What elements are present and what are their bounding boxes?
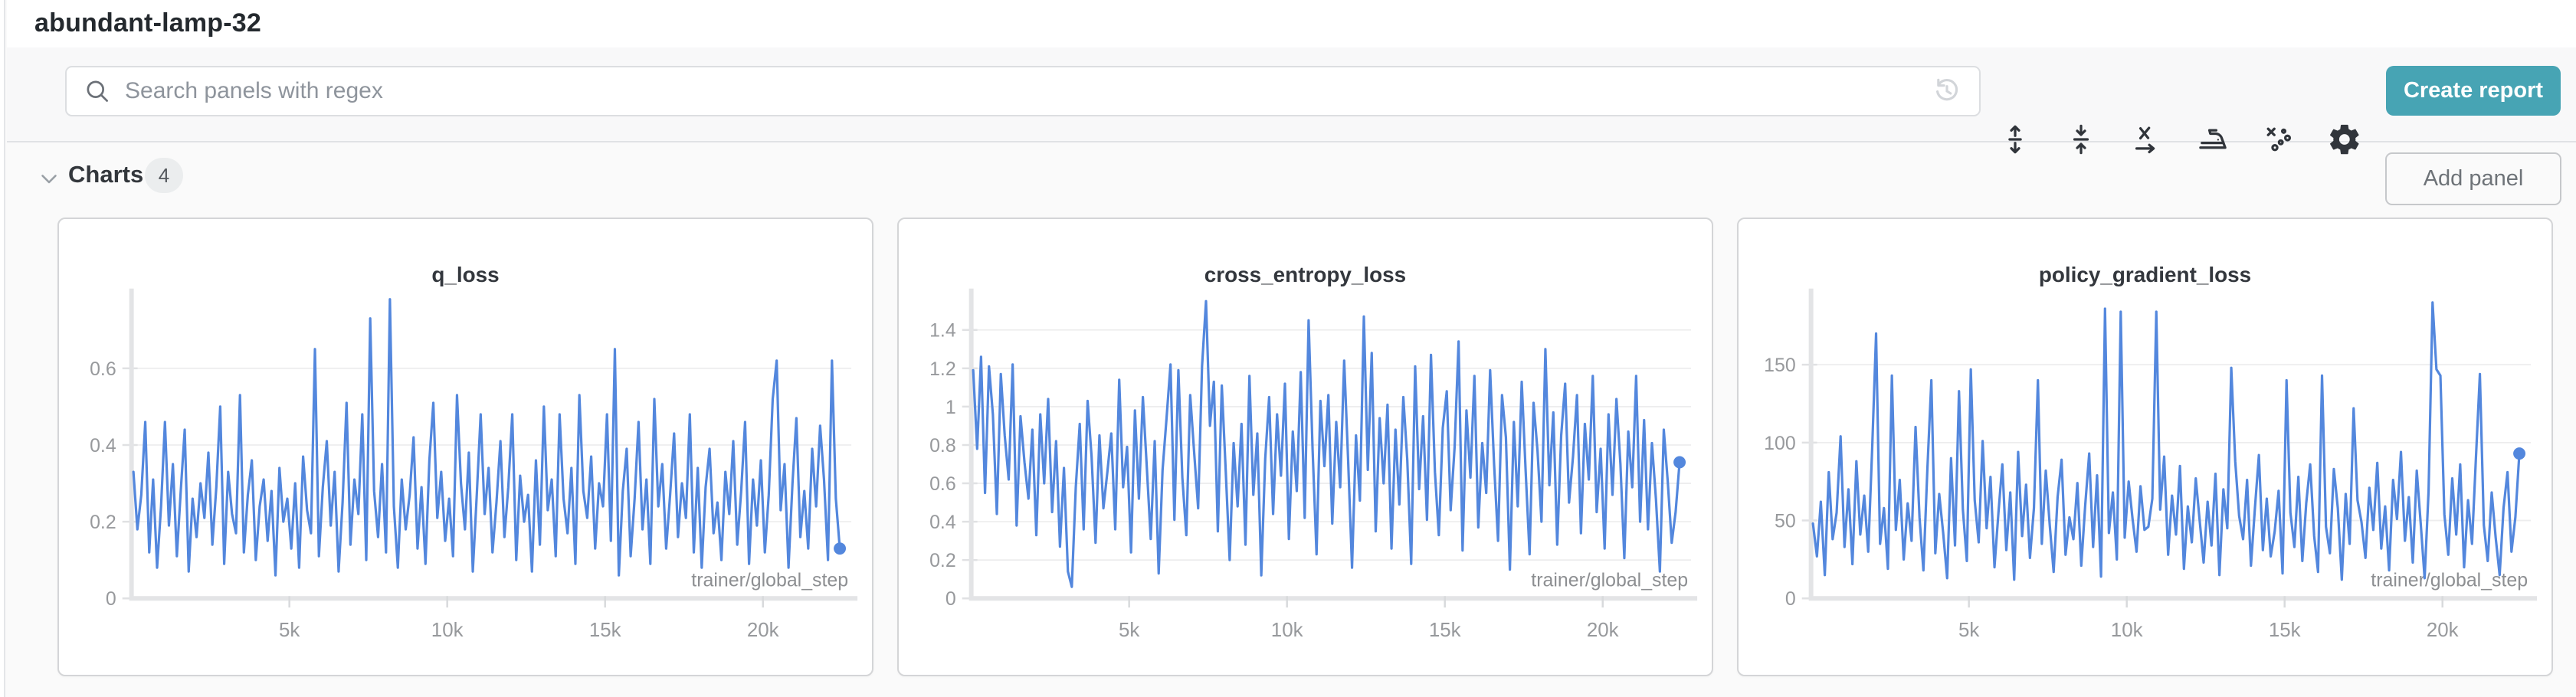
chart-panel[interactable]: 0 0.2 0.4 0.6 5k 10k 15k 20k trainer/global_step… (57, 218, 873, 676)
left-page-border (0, 0, 5, 697)
svg-text:20k: 20k (1587, 620, 1619, 641)
search-history-button[interactable] (1927, 71, 1967, 111)
charts-section-header: Charts 4 Add panel (7, 142, 2576, 216)
svg-text:0.4: 0.4 (90, 435, 116, 456)
svg-text:15k: 15k (1429, 620, 1461, 641)
svg-text:5k: 5k (1119, 620, 1139, 641)
svg-text:trainer/global_step: trainer/global_step (2371, 569, 2528, 591)
svg-text:10k: 10k (2111, 620, 2143, 641)
svg-text:policy_gradient_loss: policy_gradient_loss (2039, 263, 2251, 286)
svg-text:0.2: 0.2 (929, 550, 956, 571)
add-panel-button[interactable]: Add panel (2385, 152, 2561, 205)
svg-text:0: 0 (106, 588, 116, 610)
svg-text:1: 1 (946, 397, 956, 418)
svg-text:10k: 10k (1271, 620, 1303, 641)
svg-text:5k: 5k (1958, 620, 1979, 641)
svg-text:0.6: 0.6 (90, 358, 116, 380)
chart-panel[interactable]: 0 0.2 0.4 0.6 0.8 1 1.2 1.4 5k 10k 15k 20k trainer/g… (897, 218, 1713, 676)
page-title: abundant-lamp-32 (34, 8, 261, 38)
line-chart[interactable]: 0 0.2 0.4 0.6 5k 10k 15k 20k trainer/global_step… (59, 219, 872, 675)
svg-text:trainer/global_step: trainer/global_step (691, 569, 848, 591)
svg-text:0.2: 0.2 (90, 512, 116, 533)
svg-text:cross_entropy_loss: cross_entropy_loss (1204, 263, 1406, 286)
line-chart[interactable]: 0 0.2 0.4 0.6 0.8 1 1.2 1.4 5k 10k 15k 20k trainer/g… (899, 219, 1712, 675)
svg-text:5k: 5k (279, 620, 300, 641)
charts-section-label: Charts (68, 161, 143, 188)
svg-text:q_loss: q_loss (431, 263, 499, 286)
chart-panel[interactable]: 0 50 100 150 5k 10k 15k 20k trainer/global_step p… (1737, 218, 2553, 676)
panel-grid: 00.20.40.65k10k15k20ktrainer/global_step… (57, 218, 2557, 677)
panel-count-badge: 4 (145, 158, 183, 193)
panel-search-box (65, 66, 1981, 116)
svg-text:1.4: 1.4 (929, 320, 956, 342)
svg-text:0: 0 (946, 588, 956, 610)
svg-text:0.6: 0.6 (929, 473, 956, 495)
chevron-down-icon[interactable] (36, 165, 62, 191)
svg-text:1.2: 1.2 (929, 358, 956, 380)
run-title-bar: abundant-lamp-32 (7, 0, 2576, 47)
svg-text:15k: 15k (589, 620, 621, 641)
search-input[interactable] (111, 68, 1927, 114)
line-chart[interactable]: 0 50 100 150 5k 10k 15k 20k trainer/global_step p… (1739, 219, 2551, 675)
create-report-button[interactable]: Create report (2386, 66, 2561, 116)
search-icon (84, 77, 111, 105)
workspace-toolbar: Create report (7, 47, 2576, 142)
svg-text:10k: 10k (431, 620, 464, 641)
svg-text:50: 50 (1775, 511, 1796, 532)
svg-text:150: 150 (1764, 355, 1796, 376)
svg-text:trainer/global_step: trainer/global_step (1531, 569, 1688, 591)
svg-text:0: 0 (1785, 588, 1796, 610)
svg-text:0.4: 0.4 (929, 512, 956, 533)
svg-text:15k: 15k (2269, 620, 2301, 641)
svg-text:20k: 20k (747, 620, 779, 641)
history-icon (1931, 75, 1963, 107)
svg-text:0.8: 0.8 (929, 435, 956, 456)
svg-text:20k: 20k (2427, 620, 2459, 641)
svg-text:100: 100 (1764, 433, 1796, 454)
